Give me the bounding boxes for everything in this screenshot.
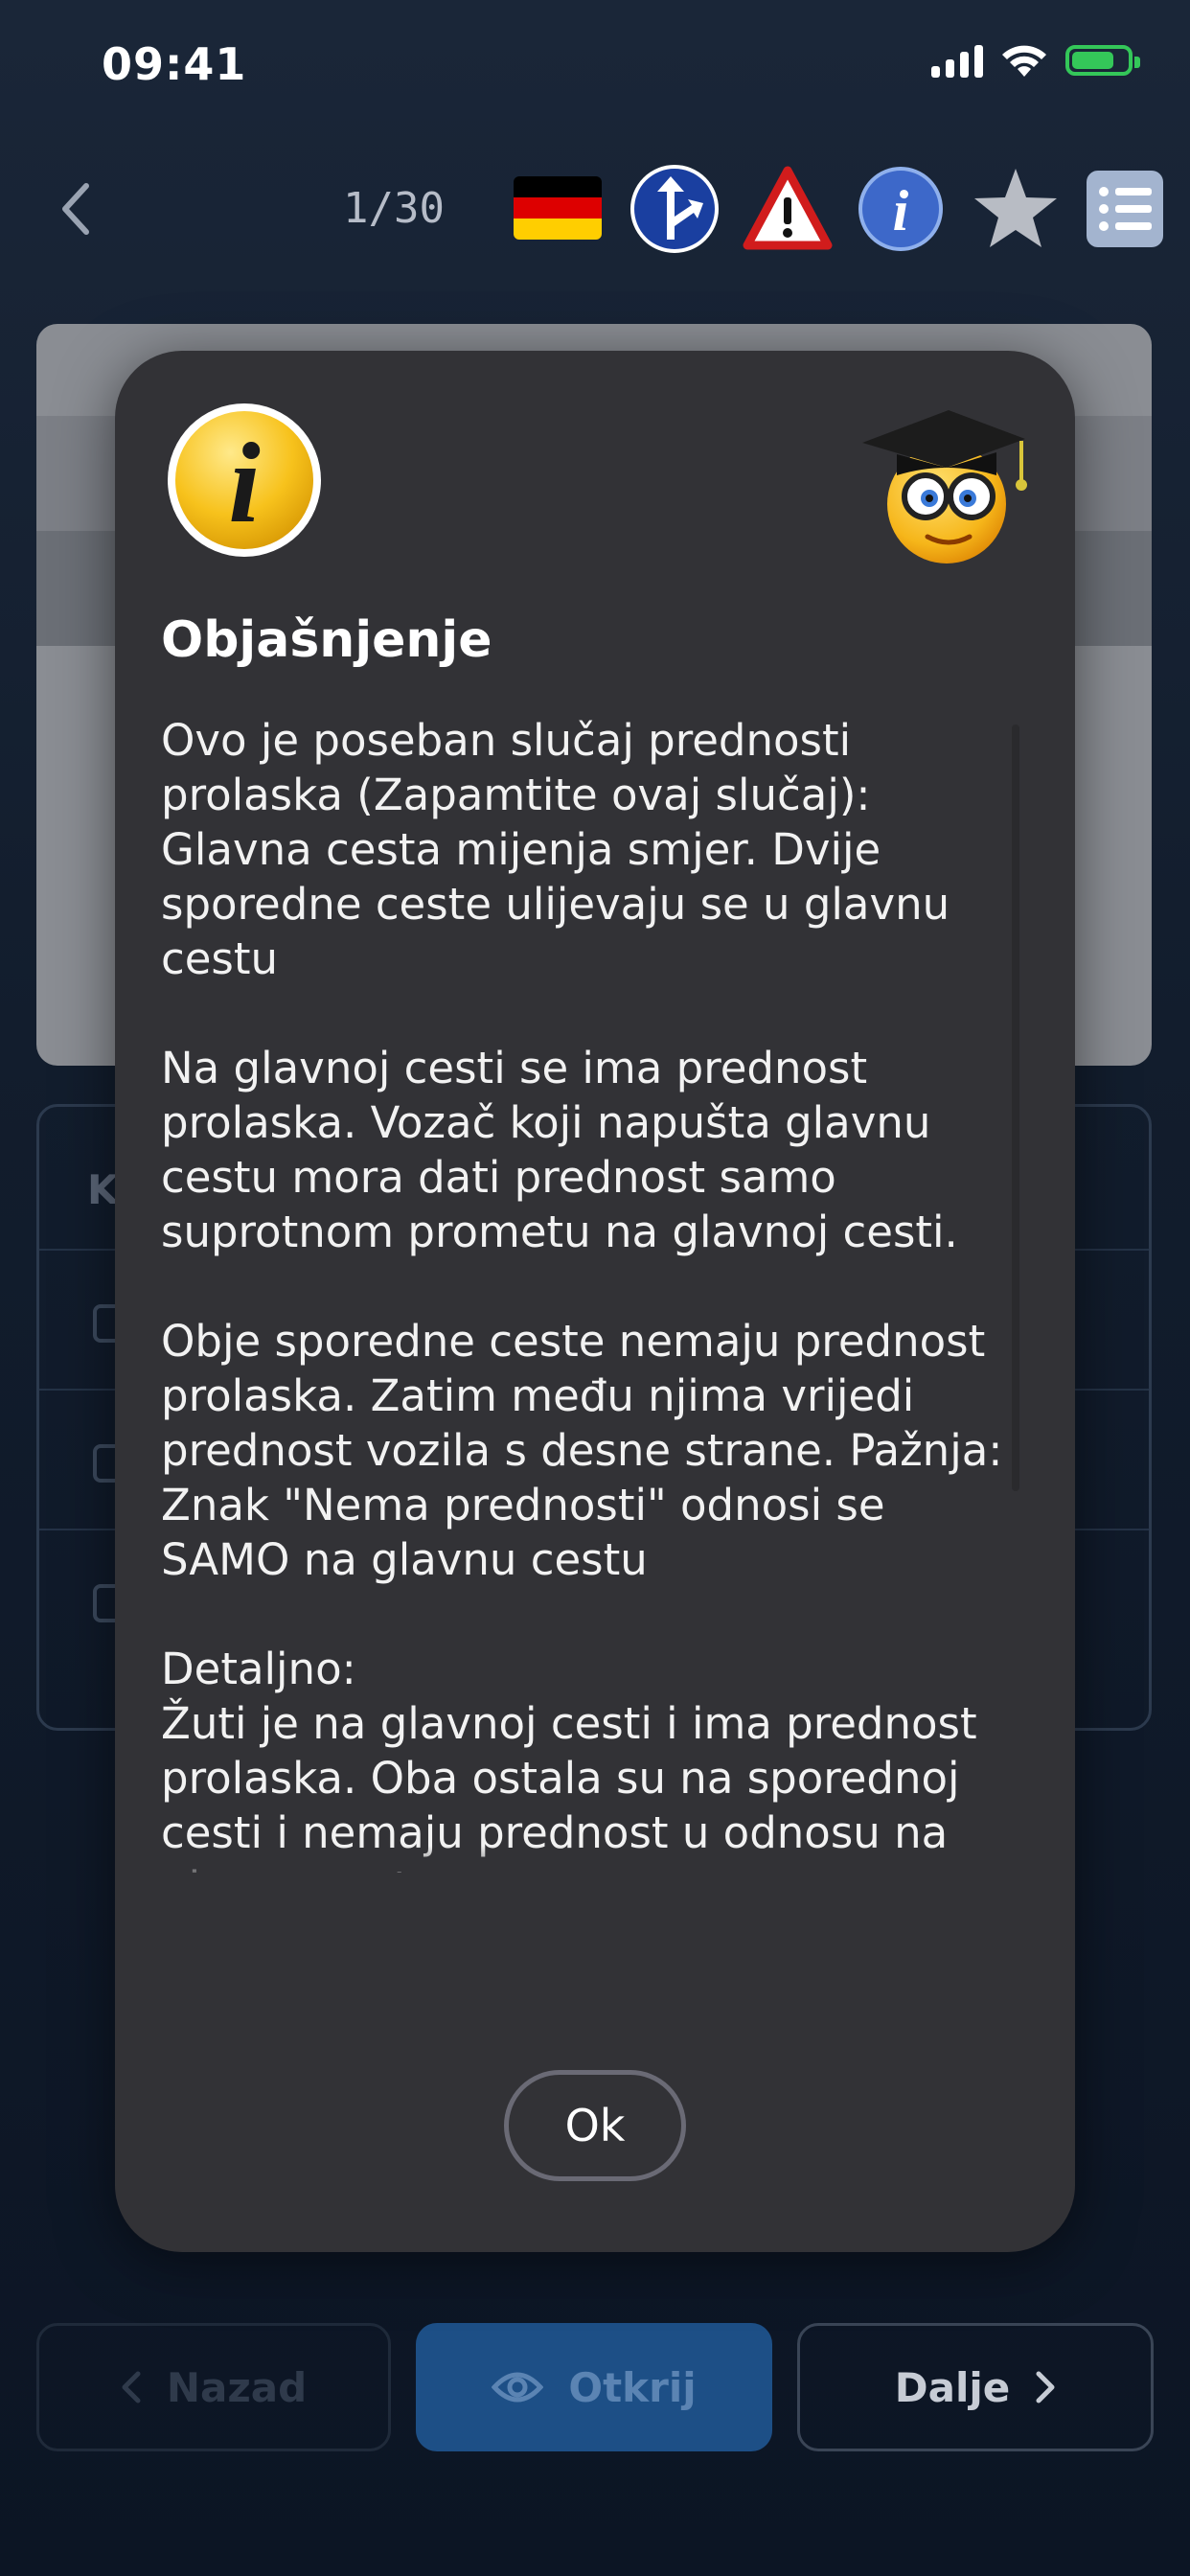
next-button[interactable]: Dalje <box>797 2323 1154 2451</box>
reveal-button-label: Otkrij <box>568 2363 697 2411</box>
quiz-header: 1/30 i <box>0 163 1190 259</box>
back-button-label: Nazad <box>166 2363 308 2411</box>
svg-text:i: i <box>228 419 260 546</box>
explanation-dialog: i Objašnjenje Ovo je poseban slučaj pred… <box>115 351 1075 2252</box>
star-icon[interactable] <box>970 163 1062 255</box>
dialog-title: Objašnjenje <box>161 611 492 669</box>
warning-triangle-icon[interactable] <box>742 163 834 255</box>
status-icons <box>931 42 1140 79</box>
reveal-button[interactable]: Otkrij <box>416 2323 772 2451</box>
back-chevron-icon[interactable] <box>57 180 96 238</box>
battery-icon <box>1065 45 1140 76</box>
scrollbar[interactable] <box>1012 724 1019 1491</box>
info-icon[interactable]: i <box>855 163 947 255</box>
answers-header-letter: K <box>87 1166 119 1213</box>
question-counter: 1/30 <box>343 184 445 233</box>
explanation-text[interactable]: Ovo je poseban slučaj prednosti prolaska… <box>161 713 1023 1873</box>
cellular-signal-icon <box>931 43 983 78</box>
back-button[interactable]: Nazad <box>36 2323 391 2451</box>
info-badge-icon: i <box>168 403 321 557</box>
next-button-label: Dalje <box>894 2363 1011 2411</box>
eye-icon <box>492 2372 544 2403</box>
svg-text:i: i <box>893 179 909 242</box>
chevron-left-icon <box>122 2371 141 2404</box>
wifi-icon <box>1002 45 1046 77</box>
chevron-right-icon <box>1036 2371 1055 2404</box>
priority-road-icon[interactable] <box>629 163 721 255</box>
text-fade-overlay <box>153 1846 1035 1884</box>
professor-emoji-icon <box>862 410 1027 564</box>
status-time: 09:41 <box>102 38 247 90</box>
german-flag-icon[interactable] <box>514 176 602 240</box>
ok-button[interactable]: Ok <box>504 2070 686 2181</box>
list-icon[interactable] <box>1085 169 1165 249</box>
